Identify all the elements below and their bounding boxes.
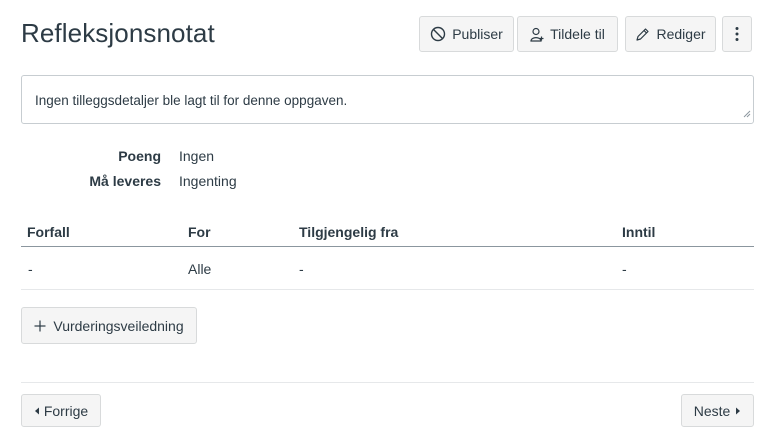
footer-divider	[21, 382, 754, 383]
edit-button[interactable]: Rediger	[625, 16, 716, 52]
caret-left-icon	[34, 407, 40, 415]
publish-button[interactable]: Publiser	[419, 16, 514, 52]
add-rubric-button[interactable]: Vurderingsveiledning	[21, 307, 197, 344]
cell-due: -	[28, 261, 33, 277]
description-text: Ingen tilleggsdetaljer ble lagt til for …	[35, 93, 348, 108]
description-textarea[interactable]: Ingen tilleggsdetaljer ble lagt til for …	[21, 75, 754, 124]
page-title: Refleksjonsnotat	[21, 18, 215, 48]
more-options-button[interactable]	[722, 16, 752, 52]
plus-icon	[34, 320, 46, 332]
column-header-available-from: Tilgjengelig fra	[299, 224, 399, 240]
column-header-until: Inntil	[622, 224, 656, 240]
add-rubric-button-label: Vurderingsveiledning	[53, 317, 184, 334]
user-add-icon	[530, 27, 544, 42]
edit-button-label: Rediger	[656, 26, 706, 42]
points-value: Ingen	[179, 148, 215, 164]
submission-type-label: Må leveres	[89, 173, 161, 189]
table-row-divider	[21, 289, 754, 290]
assign-to-button-label: Tildele til	[550, 26, 605, 42]
table-header-divider	[21, 246, 754, 247]
assign-to-button[interactable]: Tildele til	[517, 16, 618, 52]
submission-type-value: Ingenting	[179, 173, 237, 189]
column-header-due: Forfall	[27, 224, 70, 240]
resize-handle-icon[interactable]	[743, 106, 751, 121]
cell-until: -	[622, 261, 627, 277]
cell-for: Alle	[188, 261, 212, 277]
previous-button[interactable]: Forrige	[21, 394, 101, 427]
pencil-icon	[635, 27, 650, 42]
next-button-label: Neste	[693, 402, 731, 419]
next-button[interactable]: Neste	[681, 394, 754, 427]
publish-button-label: Publiser	[452, 26, 503, 42]
vertical-ellipsis-icon	[735, 26, 739, 42]
caret-right-icon	[735, 407, 741, 415]
column-header-for: For	[188, 224, 211, 240]
previous-button-label: Forrige	[43, 402, 89, 419]
cell-available-from: -	[299, 261, 304, 277]
points-label: Poeng	[118, 148, 161, 164]
unpublished-icon	[430, 26, 446, 42]
